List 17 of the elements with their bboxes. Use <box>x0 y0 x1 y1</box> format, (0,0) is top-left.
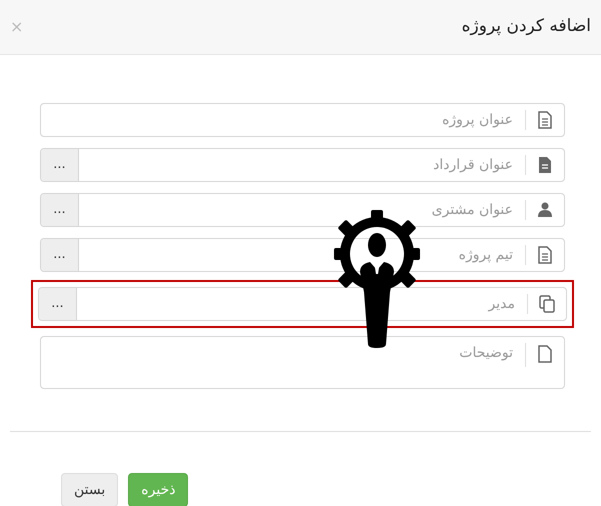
input-group[interactable]: عنوان مشتری ... <box>40 193 565 227</box>
businessman-gear-icon <box>334 210 420 350</box>
input-field[interactable]: عنوان مشتری <box>79 194 525 226</box>
ellipsis-button[interactable]: ... <box>41 149 79 181</box>
ellipsis-button[interactable]: ... <box>39 288 77 320</box>
user-icon <box>535 200 555 220</box>
input-field[interactable]: عنوان قرارداد <box>79 149 525 181</box>
copy-icon <box>537 294 557 314</box>
ellipsis-button[interactable]: ... <box>41 194 79 226</box>
input-field[interactable]: مدیر <box>77 288 527 320</box>
input-group[interactable]: مدیر ... <box>38 287 567 321</box>
input-group[interactable]: عنوان قرارداد ... <box>40 148 565 182</box>
input-field[interactable]: تیم پروژه <box>79 239 525 271</box>
ellipsis-button[interactable]: ... <box>41 239 79 271</box>
dialog-title: اضافه کردن پروژه <box>462 15 591 38</box>
input-group[interactable]: تیم پروژه ... <box>40 238 565 272</box>
close-button[interactable]: بستن <box>61 473 118 506</box>
